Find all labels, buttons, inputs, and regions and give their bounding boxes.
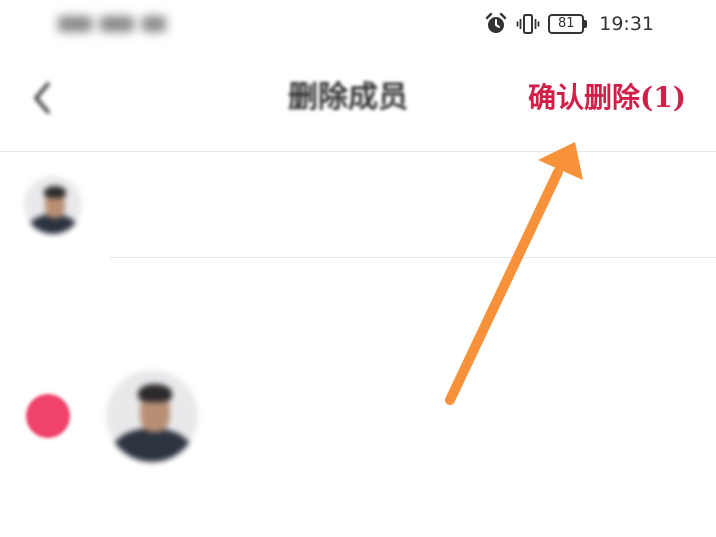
selected-indicator[interactable] (26, 394, 70, 438)
avatar (24, 176, 82, 234)
page-title: 删除成员 (288, 80, 408, 115)
nav-header: 删除成员 确认删除(1) (0, 60, 716, 150)
row-divider (110, 257, 716, 258)
battery-level: 81 (548, 14, 585, 34)
avatar (106, 370, 198, 462)
chevron-left-icon[interactable] (22, 76, 66, 120)
status-time: 19:31 (599, 13, 654, 35)
vibrate-icon (516, 14, 540, 34)
alarm-icon (486, 12, 507, 33)
status-icons: 81 19:31 (484, 11, 654, 37)
carrier-info (58, 12, 190, 36)
status-bar: 81 19:31 (0, 0, 716, 50)
confirm-delete-button[interactable]: 确认删除(1) (528, 76, 686, 120)
member-row[interactable] (0, 152, 716, 258)
member-row-selected[interactable] (0, 360, 716, 470)
battery-icon: 81 (548, 14, 588, 34)
